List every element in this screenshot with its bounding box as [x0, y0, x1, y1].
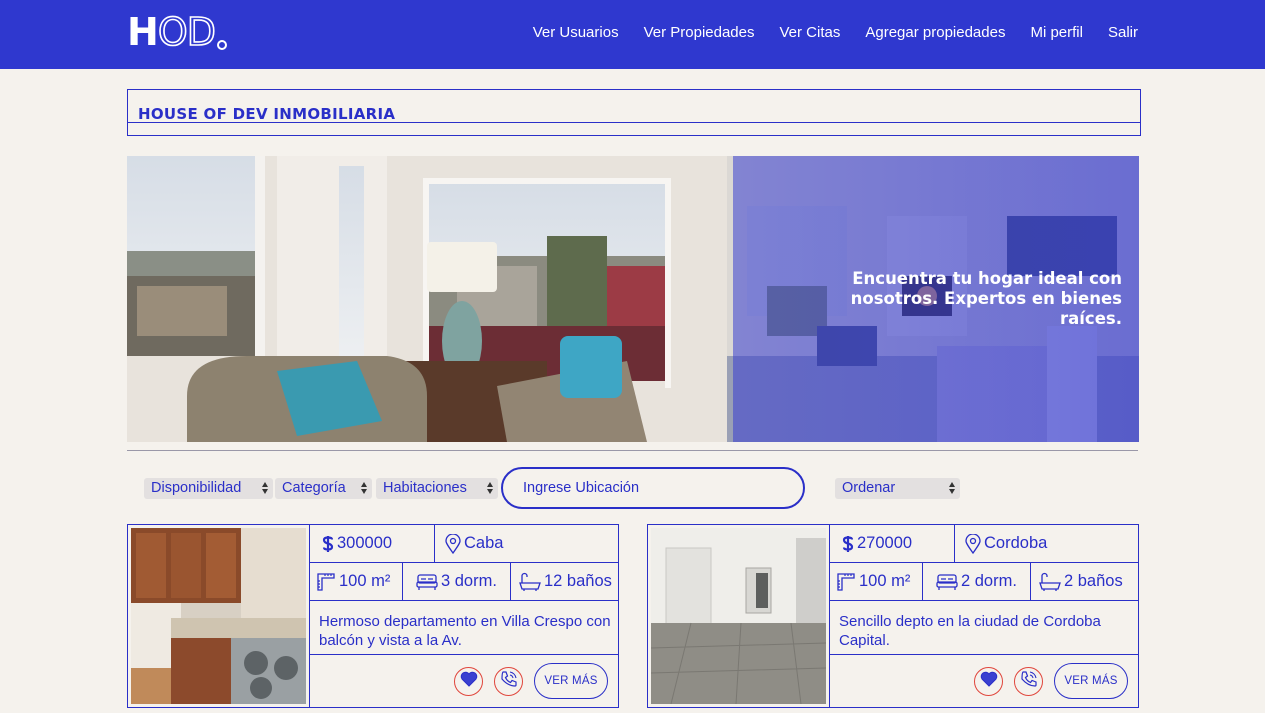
dollar-icon — [842, 535, 854, 553]
favorite-button[interactable] — [974, 666, 1003, 696]
navbar: H OD Ver Usuarios Ver Propiedades Ver Ci… — [0, 0, 1265, 69]
heart-icon — [980, 671, 998, 692]
property-rooms-value: 3 dorm. — [441, 572, 497, 590]
nav-link-salir[interactable]: Salir — [1108, 24, 1138, 41]
favorite-button[interactable] — [454, 666, 483, 696]
select-arrows-icon — [949, 481, 956, 495]
property-area-value: 100 m² — [859, 572, 911, 590]
page-title: HOUSE OF DEV INMOBILIARIA — [138, 105, 396, 123]
logo-h: H — [127, 10, 159, 54]
ver-mas-button[interactable]: VER MÁS — [534, 663, 608, 699]
title-underline — [128, 122, 1140, 123]
nav-link-ver-usuarios[interactable]: Ver Usuarios — [533, 24, 619, 41]
property-location: Caba — [434, 525, 503, 562]
nav-link-mi-perfil[interactable]: Mi perfil — [1030, 24, 1083, 41]
categoria-select-label: Categoría — [282, 480, 346, 496]
property-actions: VER MÁS — [974, 663, 1128, 699]
call-button[interactable] — [494, 666, 523, 696]
logo-text: OD — [157, 10, 217, 54]
select-arrows-icon — [487, 481, 494, 495]
bathtub-icon — [519, 572, 541, 592]
property-baths-value: 2 baños — [1064, 572, 1123, 590]
ordenar-select[interactable]: Ordenar — [835, 478, 960, 499]
hero-tagline-line-2: nosotros. Expertos en bienes — [850, 289, 1122, 308]
property-info: 300000 Caba 100 m² 3 dorm. 12 baños Herm… — [309, 525, 618, 707]
logo-dot — [216, 40, 227, 50]
bed-icon — [936, 573, 958, 591]
property-photo[interactable] — [131, 528, 306, 704]
property-row-price-location: 300000 Caba — [310, 525, 618, 563]
property-baths: 2 baños — [1030, 563, 1123, 600]
location-input[interactable] — [501, 467, 805, 509]
nav-link-agregar-propiedades[interactable]: Agregar propiedades — [865, 24, 1005, 41]
property-description: Sencillo depto en la ciudad de Cordoba C… — [839, 613, 1101, 649]
nav-link-ver-citas[interactable]: Ver Citas — [780, 24, 841, 41]
property-rooms: 2 dorm. — [922, 563, 1030, 600]
phone-icon — [500, 670, 518, 693]
property-baths: 12 baños — [510, 563, 612, 600]
property-card: 300000 Caba 100 m² 3 dorm. 12 baños Herm… — [127, 524, 619, 708]
property-row-specs: 100 m² 2 dorm. 2 baños — [830, 563, 1138, 601]
disponibilidad-select-label: Disponibilidad — [151, 480, 242, 496]
hero-banner: Encuentra tu hogar ideal con nosotros. E… — [127, 156, 1139, 442]
habitaciones-select-label: Habitaciones — [383, 480, 467, 496]
property-price-value: 300000 — [337, 534, 393, 552]
property-description: Hermoso departamento en Villa Crespo con… — [319, 613, 611, 649]
property-price: 300000 — [322, 525, 392, 562]
habitaciones-select[interactable]: Habitaciones — [376, 478, 498, 499]
hero-tagline-line-1: Encuentra tu hogar ideal con — [852, 269, 1122, 288]
ruler-icon — [836, 572, 856, 592]
disponibilidad-select[interactable]: Disponibilidad — [144, 478, 273, 499]
property-price: 270000 — [842, 525, 912, 562]
property-location-value: Caba — [464, 534, 504, 552]
property-row-description: Hermoso departamento en Villa Crespo con… — [310, 601, 618, 655]
bed-icon — [416, 573, 438, 591]
heart-icon — [460, 671, 478, 692]
nav-link-ver-propiedades[interactable]: Ver Propiedades — [644, 24, 755, 41]
dollar-icon — [322, 535, 334, 553]
ordenar-select-label: Ordenar — [842, 480, 896, 496]
property-card: 270000 Cordoba 100 m² 2 dorm. 2 baños Se… — [647, 524, 1139, 708]
ver-mas-button[interactable]: VER MÁS — [1054, 663, 1128, 699]
property-area: 100 m² — [316, 563, 390, 600]
property-rooms: 3 dorm. — [402, 563, 510, 600]
property-location-value: Cordoba — [984, 534, 1048, 552]
phone-icon — [1020, 670, 1038, 693]
location-pin-icon — [965, 533, 981, 554]
property-baths-value: 12 baños — [544, 572, 612, 590]
page-title-box: HOUSE OF DEV INMOBILIARIA — [127, 89, 1141, 136]
divider — [127, 450, 1138, 451]
property-price-value: 270000 — [857, 534, 913, 552]
ruler-icon — [316, 572, 336, 592]
property-actions: VER MÁS — [454, 663, 608, 699]
property-location: Cordoba — [954, 525, 1047, 562]
logo[interactable]: H OD — [127, 10, 227, 54]
nav-links: Ver Usuarios Ver Propiedades Ver Citas A… — [508, 24, 1138, 41]
property-area-value: 100 m² — [339, 572, 391, 590]
bathtub-icon — [1039, 572, 1061, 592]
categoria-select[interactable]: Categoría — [275, 478, 372, 499]
select-arrows-icon — [262, 481, 269, 495]
select-arrows-icon — [361, 481, 368, 495]
hero-tagline-line-3: raíces. — [1060, 309, 1122, 328]
location-pin-icon — [445, 533, 461, 554]
property-rooms-value: 2 dorm. — [961, 572, 1017, 590]
property-area: 100 m² — [836, 563, 910, 600]
property-row-description: Sencillo depto en la ciudad de Cordoba C… — [830, 601, 1138, 655]
property-row-specs: 100 m² 3 dorm. 12 baños — [310, 563, 618, 601]
property-info: 270000 Cordoba 100 m² 2 dorm. 2 baños Se… — [829, 525, 1138, 707]
hero-tagline: Encuentra tu hogar ideal con nosotros. E… — [822, 269, 1122, 329]
property-row-price-location: 270000 Cordoba — [830, 525, 1138, 563]
call-button[interactable] — [1014, 666, 1043, 696]
property-photo[interactable] — [651, 528, 826, 704]
